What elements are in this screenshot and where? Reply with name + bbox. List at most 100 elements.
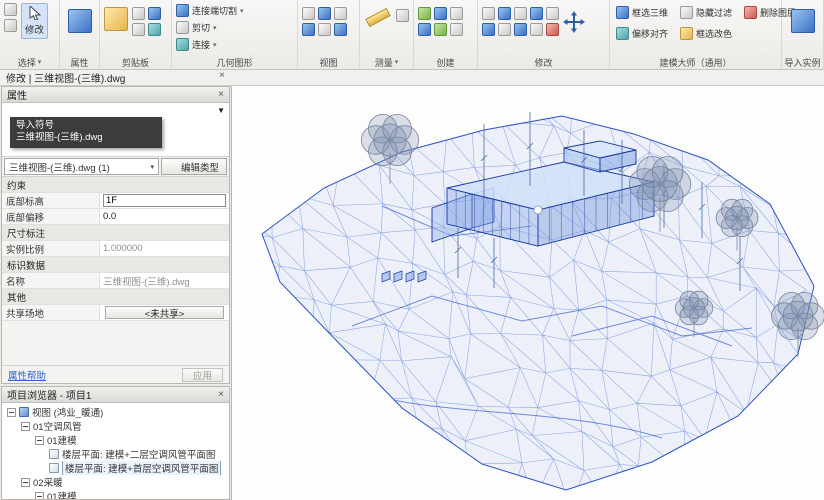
- copy-icon[interactable]: [148, 7, 161, 20]
- panel-label-clipboard[interactable]: 剪贴板: [100, 55, 171, 69]
- thin-lines-icon[interactable]: [302, 7, 315, 20]
- select-box-icon[interactable]: [4, 3, 17, 16]
- copy-move-icon[interactable]: [482, 23, 495, 36]
- section-box-icon[interactable]: [302, 23, 315, 36]
- paint-icon[interactable]: [148, 23, 161, 36]
- prop-group-other[interactable]: 其他: [2, 289, 229, 305]
- prop-name: 名称: [2, 273, 100, 288]
- recolor-tool[interactable]: 框选改色: [678, 26, 734, 41]
- base-level-input[interactable]: [103, 194, 226, 207]
- create-group-icon[interactable]: [418, 7, 431, 20]
- collapse-icon[interactable]: [7, 408, 16, 417]
- properties-palette-header[interactable]: 属性 ×: [2, 87, 229, 103]
- cut-geometry-tool[interactable]: 剪切 ▾: [176, 21, 244, 34]
- panel-label-import[interactable]: 导入实例: [782, 55, 823, 69]
- chevron-down-icon: ▾: [150, 163, 154, 171]
- chevron-down-icon: ▾: [240, 7, 244, 15]
- collapse-icon[interactable]: [35, 492, 44, 500]
- tree-item-modeling-2[interactable]: 01建模: [2, 489, 229, 499]
- tree-item-plan-level1[interactable]: 楼层平面: 建模+首层空调风管平面图: [2, 461, 229, 475]
- explode-icon[interactable]: [791, 9, 815, 33]
- type-preview-line2: 三维视图-(三维).dwg: [16, 132, 156, 144]
- tree-item-plan-level2[interactable]: 楼层平面: 建模+二层空调风管平面图: [2, 447, 229, 461]
- prop-name: 底部偏移: [2, 209, 100, 224]
- join-tool[interactable]: 连接 ▾: [176, 38, 244, 51]
- create-parts-icon[interactable]: [418, 23, 431, 36]
- trim-icon[interactable]: [498, 23, 511, 36]
- panel-label-geometry[interactable]: 几何图形: [172, 55, 297, 69]
- project-browser-title: 项目浏览器 - 项目1: [7, 387, 91, 402]
- prop-group-identity[interactable]: 标识数据: [2, 257, 229, 273]
- camera-icon[interactable]: [334, 23, 347, 36]
- split-icon[interactable]: [546, 7, 559, 20]
- create-component-icon[interactable]: [434, 23, 447, 36]
- collapse-icon[interactable]: [35, 436, 44, 445]
- type-selector-combo[interactable]: 三维视图-(三维).dwg (1) ▾: [4, 158, 159, 175]
- tree-item-hvac-duct[interactable]: 01空调风管: [2, 419, 229, 433]
- properties-icon[interactable]: [68, 9, 92, 33]
- recolor-icon: [680, 27, 693, 40]
- chevron-down-icon: ▾: [38, 58, 42, 66]
- site-3d-view[interactable]: [232, 86, 824, 500]
- dimension-icon[interactable]: [396, 9, 409, 22]
- chevron-down-icon: ▾: [395, 58, 399, 66]
- reveal-icon[interactable]: [318, 23, 331, 36]
- tree-item-heating[interactable]: 02采暖: [2, 475, 229, 489]
- measure-icon[interactable]: [365, 8, 390, 27]
- panel-label-select[interactable]: 选择▾: [0, 55, 59, 69]
- shared-site-button[interactable]: <未共享>: [105, 306, 224, 319]
- prop-name: 底部标高: [2, 193, 100, 208]
- modify-button[interactable]: 修改: [21, 3, 48, 39]
- collapse-icon[interactable]: [21, 478, 30, 487]
- create-legend-icon[interactable]: [450, 23, 463, 36]
- create-assembly-icon[interactable]: [450, 7, 463, 20]
- panel-label-modify[interactable]: 修改: [478, 55, 609, 69]
- match-type-icon[interactable]: [132, 23, 145, 36]
- panel-label-measure[interactable]: 测量▾: [360, 55, 413, 69]
- tree-item-modeling-1[interactable]: 01建模: [2, 433, 229, 447]
- isolate-icon[interactable]: [334, 7, 347, 20]
- project-browser-header[interactable]: 项目浏览器 - 项目1 ×: [2, 387, 229, 403]
- delete-icon[interactable]: [546, 23, 559, 36]
- drawing-area[interactable]: [232, 86, 824, 500]
- panel-label-view[interactable]: 视图: [298, 55, 359, 69]
- close-icon[interactable]: ×: [218, 89, 224, 100]
- align-icon[interactable]: [482, 7, 495, 20]
- panel-label-properties[interactable]: 属性: [60, 55, 99, 69]
- prop-value[interactable]: 0.0: [100, 209, 229, 224]
- offset-icon[interactable]: [498, 7, 511, 20]
- panel-label-create[interactable]: 创建: [414, 55, 477, 69]
- move-icon[interactable]: [563, 11, 585, 33]
- prop-group-constraints[interactable]: 约束: [2, 177, 229, 193]
- create-similar-icon[interactable]: [434, 7, 447, 20]
- hide-elements-icon[interactable]: [318, 7, 331, 20]
- close-icon[interactable]: ×: [219, 70, 225, 81]
- scale-icon[interactable]: [530, 23, 543, 36]
- properties-footer: 属性帮助 应用: [2, 365, 229, 383]
- hide-filter-tool[interactable]: 隐藏过滤: [678, 5, 734, 20]
- chevron-down-icon: ▾: [213, 24, 217, 32]
- property-grid: 约束 底部标高 底部偏移 0.0 尺寸标注 实例比例 1.000000 标识数据: [2, 177, 229, 321]
- properties-help-link[interactable]: 属性帮助: [8, 368, 46, 382]
- array-icon[interactable]: [514, 23, 527, 36]
- offset-align-tool[interactable]: 偏移对齐: [614, 26, 670, 41]
- prop-group-dimensions[interactable]: 尺寸标注: [2, 225, 229, 241]
- panel-label-master[interactable]: 建模大师（通用）: [610, 55, 781, 69]
- close-icon[interactable]: ×: [218, 389, 224, 400]
- collapse-icon[interactable]: [21, 422, 30, 431]
- mirror-icon[interactable]: [514, 7, 527, 20]
- cut-icon[interactable]: [132, 7, 145, 20]
- apply-button[interactable]: 应用: [182, 368, 223, 382]
- rotate-icon[interactable]: [530, 7, 543, 20]
- type-preview-area: ▼ 导入符号 三维视图-(三维).dwg: [2, 103, 229, 157]
- tree-item-views-root[interactable]: 视图 (鸿业_暖通): [2, 405, 229, 419]
- preview-corner-icon[interactable]: ▼: [217, 106, 225, 115]
- box3d-tool[interactable]: 框选三维: [614, 5, 670, 20]
- cope-tool[interactable]: 连接端切割 ▾: [176, 4, 244, 17]
- edit-type-button[interactable]: 编辑类型: [161, 158, 227, 175]
- select-filter-icon[interactable]: [4, 19, 17, 32]
- paste-icon[interactable]: [104, 7, 128, 31]
- box3d-icon: [616, 6, 629, 19]
- floor-plan-icon: [49, 449, 59, 459]
- prop-name: 共享场地: [2, 305, 100, 320]
